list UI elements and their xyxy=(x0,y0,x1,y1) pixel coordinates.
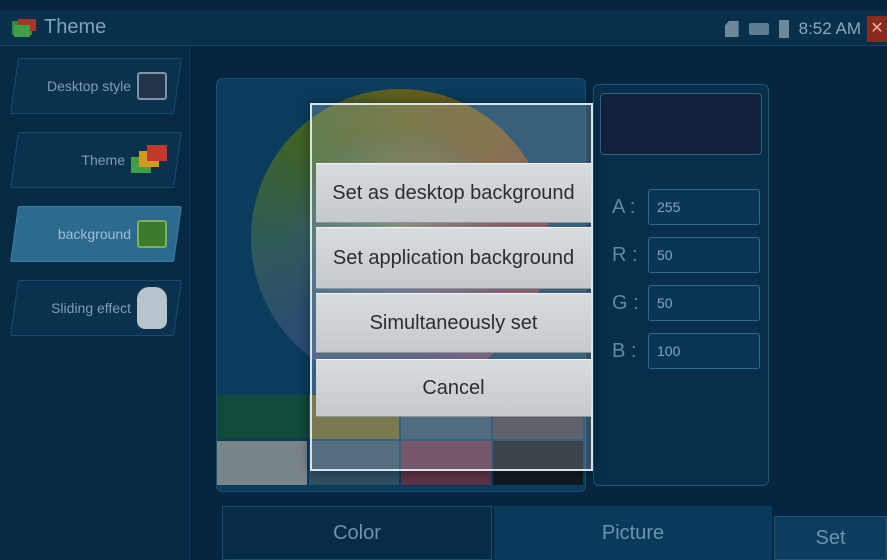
desktop-style-icon xyxy=(137,72,167,100)
set-button[interactable]: Set xyxy=(774,516,887,560)
tab-color[interactable]: Color xyxy=(222,506,492,560)
status-area: 8:52 AM xyxy=(724,19,861,39)
tab-picture[interactable]: Picture xyxy=(494,506,772,560)
channel-label: G : xyxy=(612,291,639,314)
channel-label: B : xyxy=(612,339,637,362)
blue-input[interactable]: 100 xyxy=(648,333,760,369)
set-application-background-button[interactable]: Set application background xyxy=(316,227,591,289)
cancel-button[interactable]: Cancel xyxy=(316,359,591,417)
channel-label: A : xyxy=(612,195,636,218)
hand-icon xyxy=(137,287,167,329)
channel-a: A : 255 xyxy=(612,189,760,225)
theme-app-icon xyxy=(10,17,40,39)
sidebar-item-label: Theme xyxy=(81,152,125,168)
network-icon xyxy=(748,23,769,35)
app-title: Theme xyxy=(44,16,107,38)
alpha-input[interactable]: 255 xyxy=(648,189,760,225)
color-swatch[interactable] xyxy=(217,395,307,439)
argb-panel: A : 255 R : 50 G : 50 B : 100 xyxy=(593,84,769,486)
sidebar-item-label: Desktop style xyxy=(46,78,131,94)
channel-r: R : 50 xyxy=(612,237,760,273)
sidebar-item-background[interactable]: background xyxy=(10,206,182,262)
sidebar-item-desktop-style[interactable]: Desktop style xyxy=(10,58,182,114)
green-input[interactable]: 50 xyxy=(648,285,760,321)
channel-b: B : 100 xyxy=(612,333,760,369)
sidebar-item-label: Sliding effect xyxy=(51,300,131,316)
sd-card-icon xyxy=(724,21,739,37)
clock: 8:52 AM xyxy=(798,19,861,38)
close-icon[interactable]: ✕ xyxy=(867,16,887,42)
red-input[interactable]: 50 xyxy=(648,237,760,273)
sidebar-item-theme[interactable]: Theme xyxy=(10,132,182,188)
simultaneously-set-button[interactable]: Simultaneously set xyxy=(316,293,591,353)
battery-icon xyxy=(778,20,789,38)
color-swatch[interactable] xyxy=(217,441,307,485)
channel-label: R : xyxy=(612,243,638,266)
sidebar-item-sliding-effect[interactable]: Sliding effect xyxy=(10,280,182,336)
sidebar-item-label: background xyxy=(57,226,131,242)
set-desktop-background-button[interactable]: Set as desktop background xyxy=(316,163,591,223)
title-bar: Theme 8:52 AM ✕ xyxy=(0,10,887,46)
background-dialog: Set as desktop background Set applicatio… xyxy=(310,103,593,471)
color-preview xyxy=(600,93,762,155)
theme-icon xyxy=(131,145,167,175)
background-icon xyxy=(137,220,167,248)
channel-g: G : 50 xyxy=(612,285,760,321)
